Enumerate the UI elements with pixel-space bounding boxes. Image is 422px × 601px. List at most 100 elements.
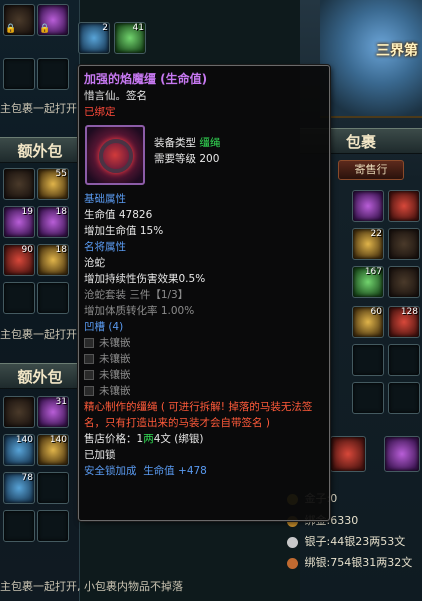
socket-icon xyxy=(84,354,94,364)
bag-slot[interactable] xyxy=(3,168,35,200)
lock-bonus-value: 生命值 +478 xyxy=(143,465,207,477)
item-count: 140 xyxy=(49,435,67,445)
scene-banner: 三界第 xyxy=(320,0,422,118)
pouch-button[interactable] xyxy=(384,436,420,472)
lock-bonus: 安全锁加成 生命值 +478 xyxy=(84,463,324,479)
bag-slot[interactable]: 90 xyxy=(3,244,35,276)
bag-slot[interactable] xyxy=(352,190,384,222)
bag-slot[interactable] xyxy=(37,58,69,90)
item-count: 22 xyxy=(370,229,382,239)
hp-line: 生命值 47826 xyxy=(84,207,324,223)
required-level: 需要等级 200 xyxy=(154,151,220,167)
bag-slot[interactable] xyxy=(3,58,35,90)
item-count: 128 xyxy=(400,307,418,317)
silver-label: 银子 xyxy=(304,535,327,548)
basic-attr-header: 基础属性 xyxy=(84,193,126,205)
equip-type: 装备类型 缰绳 xyxy=(154,135,220,151)
item-maker: 惜言仙。签名 xyxy=(84,90,147,102)
bag-slot[interactable]: 78 xyxy=(3,472,35,504)
bag-slot[interactable] xyxy=(388,190,420,222)
socket-label: 未镶嵌 xyxy=(99,385,131,397)
bag-slot[interactable] xyxy=(352,344,384,376)
item-count: 18 xyxy=(55,207,67,217)
equip-header: 装备类型 缰绳 需要等级 200 xyxy=(84,123,324,189)
bag-slot[interactable] xyxy=(352,382,384,414)
required-level-value: 200 xyxy=(199,153,220,165)
bag-slot[interactable]: 55 xyxy=(37,168,69,200)
bag-slot[interactable] xyxy=(388,266,420,298)
bag-slot[interactable] xyxy=(37,472,69,504)
bag-slot[interactable] xyxy=(3,510,35,542)
bag-hint-text: 主包裹一起打开 xyxy=(0,328,77,341)
hp-value: 47826 xyxy=(118,209,153,221)
item-count: 2 xyxy=(102,23,108,33)
bag-slot[interactable]: 🔒 xyxy=(3,4,35,36)
item-tooltip: 加强的焰魔缰 (生命值) 惜言仙。签名 已绑定 装备类型 缰绳 需要等级 200… xyxy=(78,65,330,521)
item-count: 78 xyxy=(21,473,33,483)
bag-hint-text: 主包裹一起打开 xyxy=(0,102,77,115)
item-title: 加强的焰魔缰 (生命值) xyxy=(84,72,208,86)
price-wen-unit: 文 xyxy=(160,433,171,445)
equip-type-value: 缰绳 xyxy=(199,137,221,149)
bag-slot[interactable]: 🔒 xyxy=(37,4,69,36)
bag-slot[interactable]: 128 xyxy=(388,306,420,338)
pouch-button[interactable] xyxy=(330,436,366,472)
extra-bag-title: 额外包 xyxy=(0,137,80,163)
bag-slot[interactable] xyxy=(37,282,69,314)
bag-slot[interactable]: 18 xyxy=(37,206,69,238)
bag-slot[interactable] xyxy=(388,382,420,414)
hp-label: 生命值 xyxy=(84,209,116,221)
item-count: 41 xyxy=(132,23,144,33)
silver-coin-icon xyxy=(287,536,298,548)
bag-slot[interactable]: 18 xyxy=(37,244,69,276)
bag-slot[interactable]: 22 xyxy=(352,228,384,260)
item-count: 140 xyxy=(15,435,33,445)
socket-4: 未镶嵌 xyxy=(84,383,324,399)
item-count: 60 xyxy=(370,307,382,317)
extra-bag-title: 额外包 xyxy=(0,363,80,389)
tab-consign[interactable]: 寄售行 xyxy=(338,160,404,180)
socket-2: 未镶嵌 xyxy=(84,351,324,367)
bound-silver-label: 绑银 xyxy=(304,556,327,569)
bag-slot[interactable]: 60 xyxy=(352,306,384,338)
item-count: 19 xyxy=(21,207,33,217)
lock-bonus-label: 安全锁加成 xyxy=(84,465,137,477)
hp-bonus: 增加生命值 15% xyxy=(84,225,164,237)
named-attr-effect: 增加持续性伤害效果0.5% xyxy=(84,273,206,285)
set-bonus: 增加体质转化率 1.00% xyxy=(84,305,195,317)
item-count: 90 xyxy=(21,245,33,255)
bag-slot[interactable]: 19 xyxy=(3,206,35,238)
price-label: 售店价格： xyxy=(84,433,137,445)
socket-icon xyxy=(84,370,94,380)
bound-gold-value: :6330 xyxy=(326,514,359,527)
bag-slot[interactable]: 140 xyxy=(3,434,35,466)
bag-slot[interactable] xyxy=(388,228,420,260)
bound-silver-value: :754银31两32文 xyxy=(326,556,413,569)
sell-price: 售店价格：1两4文 (绑银) xyxy=(84,431,324,447)
equip-type-label: 装备类型 xyxy=(154,137,196,149)
bound-status: 已绑定 xyxy=(84,106,116,118)
bag-slot[interactable] xyxy=(37,510,69,542)
item-count: 31 xyxy=(55,397,67,407)
required-level-label: 需要等级 xyxy=(154,153,196,165)
bag-slot[interactable]: 31 xyxy=(37,396,69,428)
bag-slot[interactable]: 2 xyxy=(78,22,110,54)
price-liang-unit: 两 xyxy=(143,433,154,445)
bag-slot[interactable]: 41 xyxy=(114,22,146,54)
bag-slot[interactable] xyxy=(388,344,420,376)
bag-slot[interactable]: 140 xyxy=(37,434,69,466)
bag-slot[interactable] xyxy=(3,282,35,314)
bag-slot[interactable]: 167 xyxy=(352,266,384,298)
item-description: 精心制作的缰绳 ( 可进行拆解! 掉落的马装无法签名，只有打造出来的马装才会自带… xyxy=(84,401,313,429)
reins-icon xyxy=(85,125,145,185)
lock-icon: 🔒 xyxy=(5,24,17,34)
bag-slot[interactable] xyxy=(3,396,35,428)
named-attr-name: 沧蛇 xyxy=(84,257,105,269)
item-count: 167 xyxy=(364,267,382,277)
socket-1: 未镶嵌 xyxy=(84,335,324,351)
bound-silver-row: 绑银:754银31两32文 xyxy=(287,554,412,572)
left-bag-panel: 🔒 🔒 主包裹一起打开 额外包 55 19 18 90 18 主包裹一起打开 额… xyxy=(0,0,80,601)
equip-meta: 装备类型 缰绳 需要等级 200 xyxy=(154,135,220,167)
named-attr-header: 名将属性 xyxy=(84,241,126,253)
socket-icon xyxy=(84,338,94,348)
